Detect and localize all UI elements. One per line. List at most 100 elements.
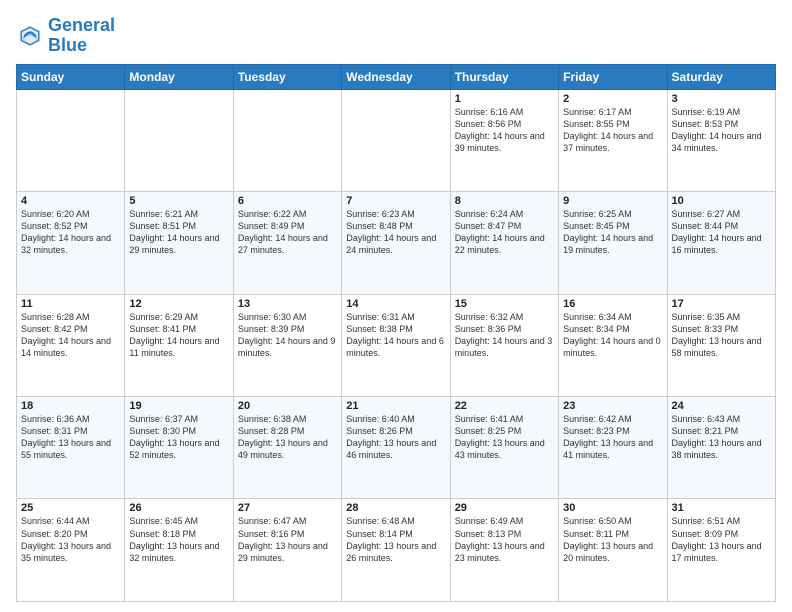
day-number: 30 <box>563 502 662 514</box>
calendar-cell: 16Sunrise: 6:34 AM Sunset: 8:34 PM Dayli… <box>559 294 667 396</box>
col-header-friday: Friday <box>559 64 667 89</box>
calendar-cell: 19Sunrise: 6:37 AM Sunset: 8:30 PM Dayli… <box>125 397 233 499</box>
day-info: Sunrise: 6:44 AM Sunset: 8:20 PM Dayligh… <box>21 515 120 564</box>
day-info: Sunrise: 6:45 AM Sunset: 8:18 PM Dayligh… <box>129 515 228 564</box>
calendar-cell: 4Sunrise: 6:20 AM Sunset: 8:52 PM Daylig… <box>17 192 125 294</box>
calendar-cell: 24Sunrise: 6:43 AM Sunset: 8:21 PM Dayli… <box>667 397 775 499</box>
calendar-cell: 13Sunrise: 6:30 AM Sunset: 8:39 PM Dayli… <box>233 294 341 396</box>
calendar-cell: 31Sunrise: 6:51 AM Sunset: 8:09 PM Dayli… <box>667 499 775 602</box>
calendar-cell: 11Sunrise: 6:28 AM Sunset: 8:42 PM Dayli… <box>17 294 125 396</box>
day-number: 16 <box>563 298 662 310</box>
calendar-cell: 25Sunrise: 6:44 AM Sunset: 8:20 PM Dayli… <box>17 499 125 602</box>
calendar-cell: 15Sunrise: 6:32 AM Sunset: 8:36 PM Dayli… <box>450 294 558 396</box>
calendar-cell <box>342 89 450 191</box>
page: General Blue SundayMondayTuesdayWednesda… <box>0 0 792 612</box>
day-number: 8 <box>455 195 554 207</box>
day-number: 11 <box>21 298 120 310</box>
day-info: Sunrise: 6:28 AM Sunset: 8:42 PM Dayligh… <box>21 311 120 360</box>
day-info: Sunrise: 6:17 AM Sunset: 8:55 PM Dayligh… <box>563 106 662 155</box>
day-info: Sunrise: 6:48 AM Sunset: 8:14 PM Dayligh… <box>346 515 445 564</box>
day-info: Sunrise: 6:40 AM Sunset: 8:26 PM Dayligh… <box>346 413 445 462</box>
day-info: Sunrise: 6:47 AM Sunset: 8:16 PM Dayligh… <box>238 515 337 564</box>
calendar-cell: 12Sunrise: 6:29 AM Sunset: 8:41 PM Dayli… <box>125 294 233 396</box>
calendar-cell: 30Sunrise: 6:50 AM Sunset: 8:11 PM Dayli… <box>559 499 667 602</box>
day-info: Sunrise: 6:25 AM Sunset: 8:45 PM Dayligh… <box>563 208 662 257</box>
day-number: 27 <box>238 502 337 514</box>
day-info: Sunrise: 6:49 AM Sunset: 8:13 PM Dayligh… <box>455 515 554 564</box>
col-header-monday: Monday <box>125 64 233 89</box>
day-number: 29 <box>455 502 554 514</box>
day-number: 17 <box>672 298 771 310</box>
calendar-cell: 22Sunrise: 6:41 AM Sunset: 8:25 PM Dayli… <box>450 397 558 499</box>
day-number: 23 <box>563 400 662 412</box>
day-info: Sunrise: 6:22 AM Sunset: 8:49 PM Dayligh… <box>238 208 337 257</box>
day-info: Sunrise: 6:38 AM Sunset: 8:28 PM Dayligh… <box>238 413 337 462</box>
day-info: Sunrise: 6:41 AM Sunset: 8:25 PM Dayligh… <box>455 413 554 462</box>
day-number: 20 <box>238 400 337 412</box>
day-info: Sunrise: 6:24 AM Sunset: 8:47 PM Dayligh… <box>455 208 554 257</box>
col-header-thursday: Thursday <box>450 64 558 89</box>
calendar-cell: 20Sunrise: 6:38 AM Sunset: 8:28 PM Dayli… <box>233 397 341 499</box>
logo-text: General Blue <box>48 16 115 56</box>
day-info: Sunrise: 6:34 AM Sunset: 8:34 PM Dayligh… <box>563 311 662 360</box>
calendar-week-4: 18Sunrise: 6:36 AM Sunset: 8:31 PM Dayli… <box>17 397 776 499</box>
calendar-cell <box>17 89 125 191</box>
day-number: 25 <box>21 502 120 514</box>
calendar-cell: 23Sunrise: 6:42 AM Sunset: 8:23 PM Dayli… <box>559 397 667 499</box>
calendar-cell: 29Sunrise: 6:49 AM Sunset: 8:13 PM Dayli… <box>450 499 558 602</box>
day-number: 4 <box>21 195 120 207</box>
day-number: 26 <box>129 502 228 514</box>
calendar-cell: 1Sunrise: 6:16 AM Sunset: 8:56 PM Daylig… <box>450 89 558 191</box>
day-info: Sunrise: 6:29 AM Sunset: 8:41 PM Dayligh… <box>129 311 228 360</box>
col-header-tuesday: Tuesday <box>233 64 341 89</box>
col-header-sunday: Sunday <box>17 64 125 89</box>
calendar-cell: 6Sunrise: 6:22 AM Sunset: 8:49 PM Daylig… <box>233 192 341 294</box>
calendar-cell: 21Sunrise: 6:40 AM Sunset: 8:26 PM Dayli… <box>342 397 450 499</box>
day-info: Sunrise: 6:50 AM Sunset: 8:11 PM Dayligh… <box>563 515 662 564</box>
day-number: 14 <box>346 298 445 310</box>
day-info: Sunrise: 6:36 AM Sunset: 8:31 PM Dayligh… <box>21 413 120 462</box>
day-info: Sunrise: 6:51 AM Sunset: 8:09 PM Dayligh… <box>672 515 771 564</box>
day-number: 12 <box>129 298 228 310</box>
calendar-cell: 17Sunrise: 6:35 AM Sunset: 8:33 PM Dayli… <box>667 294 775 396</box>
calendar-cell: 9Sunrise: 6:25 AM Sunset: 8:45 PM Daylig… <box>559 192 667 294</box>
day-info: Sunrise: 6:42 AM Sunset: 8:23 PM Dayligh… <box>563 413 662 462</box>
calendar-header-row: SundayMondayTuesdayWednesdayThursdayFrid… <box>17 64 776 89</box>
logo-icon <box>16 22 44 50</box>
day-info: Sunrise: 6:30 AM Sunset: 8:39 PM Dayligh… <box>238 311 337 360</box>
day-info: Sunrise: 6:21 AM Sunset: 8:51 PM Dayligh… <box>129 208 228 257</box>
day-info: Sunrise: 6:16 AM Sunset: 8:56 PM Dayligh… <box>455 106 554 155</box>
header: General Blue <box>16 16 776 56</box>
day-info: Sunrise: 6:31 AM Sunset: 8:38 PM Dayligh… <box>346 311 445 360</box>
day-info: Sunrise: 6:37 AM Sunset: 8:30 PM Dayligh… <box>129 413 228 462</box>
day-number: 21 <box>346 400 445 412</box>
day-number: 5 <box>129 195 228 207</box>
calendar-cell: 8Sunrise: 6:24 AM Sunset: 8:47 PM Daylig… <box>450 192 558 294</box>
calendar-cell: 18Sunrise: 6:36 AM Sunset: 8:31 PM Dayli… <box>17 397 125 499</box>
day-number: 18 <box>21 400 120 412</box>
day-number: 31 <box>672 502 771 514</box>
day-number: 15 <box>455 298 554 310</box>
calendar-week-1: 1Sunrise: 6:16 AM Sunset: 8:56 PM Daylig… <box>17 89 776 191</box>
calendar-cell: 27Sunrise: 6:47 AM Sunset: 8:16 PM Dayli… <box>233 499 341 602</box>
calendar-cell: 26Sunrise: 6:45 AM Sunset: 8:18 PM Dayli… <box>125 499 233 602</box>
day-info: Sunrise: 6:20 AM Sunset: 8:52 PM Dayligh… <box>21 208 120 257</box>
calendar-cell: 28Sunrise: 6:48 AM Sunset: 8:14 PM Dayli… <box>342 499 450 602</box>
day-info: Sunrise: 6:23 AM Sunset: 8:48 PM Dayligh… <box>346 208 445 257</box>
calendar-table: SundayMondayTuesdayWednesdayThursdayFrid… <box>16 64 776 602</box>
calendar-cell: 14Sunrise: 6:31 AM Sunset: 8:38 PM Dayli… <box>342 294 450 396</box>
day-number: 24 <box>672 400 771 412</box>
calendar-week-3: 11Sunrise: 6:28 AM Sunset: 8:42 PM Dayli… <box>17 294 776 396</box>
calendar-cell: 10Sunrise: 6:27 AM Sunset: 8:44 PM Dayli… <box>667 192 775 294</box>
calendar-cell: 5Sunrise: 6:21 AM Sunset: 8:51 PM Daylig… <box>125 192 233 294</box>
day-info: Sunrise: 6:43 AM Sunset: 8:21 PM Dayligh… <box>672 413 771 462</box>
day-number: 6 <box>238 195 337 207</box>
day-info: Sunrise: 6:19 AM Sunset: 8:53 PM Dayligh… <box>672 106 771 155</box>
calendar-week-5: 25Sunrise: 6:44 AM Sunset: 8:20 PM Dayli… <box>17 499 776 602</box>
day-number: 1 <box>455 93 554 105</box>
calendar-cell: 3Sunrise: 6:19 AM Sunset: 8:53 PM Daylig… <box>667 89 775 191</box>
day-number: 10 <box>672 195 771 207</box>
day-number: 9 <box>563 195 662 207</box>
day-number: 3 <box>672 93 771 105</box>
day-number: 28 <box>346 502 445 514</box>
